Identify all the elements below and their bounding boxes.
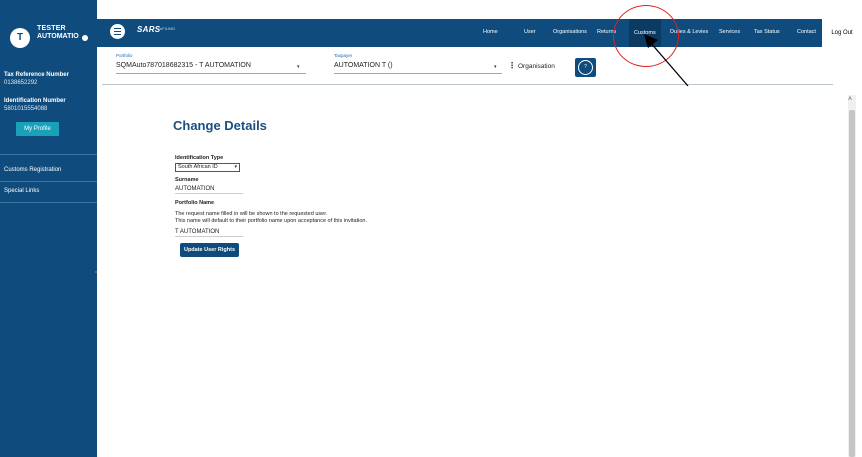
taxpayer-label: Taxpayer bbox=[334, 53, 353, 58]
portfolio-name-field[interactable]: T AUTOMATION bbox=[175, 228, 243, 237]
id-number-value: 5801015554088 bbox=[4, 106, 48, 112]
tax-ref-label: Tax Reference Number bbox=[4, 72, 69, 78]
nav-home[interactable]: Home bbox=[483, 29, 498, 35]
surname-label: Surname bbox=[175, 177, 199, 183]
nav-organisations[interactable]: Organisations bbox=[553, 29, 587, 35]
top-nav-bar: SARS eFILING Home User Organisations Ret… bbox=[97, 19, 822, 47]
header-divider bbox=[102, 84, 833, 85]
id-type-select[interactable]: South African ID ▾ bbox=[175, 163, 240, 172]
sars-logo: SARS bbox=[137, 25, 161, 34]
nav-tax-status[interactable]: Tax Status bbox=[754, 29, 780, 35]
id-type-label: Identification Type bbox=[175, 155, 224, 161]
annotation-arrow-icon bbox=[644, 34, 689, 87]
sidebar: T TESTER AUTOMATIO Tax Reference Number … bbox=[0, 0, 97, 457]
page-title: Change Details bbox=[173, 118, 267, 133]
my-profile-button[interactable]: My Profile bbox=[16, 122, 59, 136]
kebab-icon[interactable]: ⋮ bbox=[508, 61, 516, 70]
user-last-name: AUTOMATIO bbox=[37, 33, 79, 40]
chevron-down-icon[interactable]: ▾ bbox=[297, 64, 300, 70]
nav-user[interactable]: User bbox=[524, 29, 536, 35]
organisation-label[interactable]: Organisation bbox=[518, 63, 555, 70]
avatar[interactable]: T bbox=[10, 28, 30, 48]
nav-services[interactable]: Services bbox=[719, 29, 740, 35]
id-type-value: South African ID bbox=[178, 164, 218, 170]
update-user-rights-button[interactable]: Update User Rights bbox=[180, 243, 239, 257]
page-marker bbox=[95, 271, 97, 273]
hamburger-icon[interactable] bbox=[110, 24, 125, 39]
taxpayer-select[interactable]: AUTOMATION T () bbox=[334, 62, 393, 69]
chevron-down-icon[interactable]: ▾ bbox=[494, 64, 497, 70]
sidebar-item-customs-registration[interactable]: Customs Registration bbox=[4, 167, 61, 173]
help-desk-icon[interactable]: ? bbox=[575, 58, 596, 77]
efiling-logo: eFILING bbox=[160, 26, 176, 31]
portfolio-select[interactable]: SQMAuto787018682315 - T AUTOMATION bbox=[116, 62, 251, 69]
scroll-up-icon[interactable]: ˄ bbox=[848, 96, 852, 103]
taxpayer-underline bbox=[334, 73, 502, 74]
tax-ref-value: 0138652292 bbox=[4, 80, 38, 86]
surname-field[interactable]: AUTOMATION bbox=[175, 185, 243, 194]
portfolio-name-note-1: The request name filled in will be shown… bbox=[175, 211, 328, 217]
id-number-label: Identification Number bbox=[4, 98, 66, 104]
sidebar-divider bbox=[0, 202, 97, 203]
app-root: T TESTER AUTOMATIO Tax Reference Number … bbox=[0, 0, 862, 457]
portfolio-name-label: Portfolio Name bbox=[175, 200, 215, 206]
chevron-down-icon: ▾ bbox=[234, 164, 237, 170]
status-dot-icon bbox=[82, 35, 88, 41]
sidebar-divider bbox=[0, 154, 97, 155]
portfolio-label: Portfolio bbox=[116, 53, 133, 58]
user-block: T TESTER AUTOMATIO bbox=[0, 19, 97, 59]
sidebar-item-special-links[interactable]: Special Links bbox=[4, 188, 39, 194]
portfolio-underline bbox=[116, 73, 306, 74]
logout-button[interactable]: Log Out bbox=[822, 19, 862, 47]
user-first-name: TESTER bbox=[37, 25, 66, 32]
sidebar-divider bbox=[0, 181, 97, 182]
nav-contact[interactable]: Contact bbox=[797, 29, 816, 35]
scrollbar-thumb[interactable] bbox=[849, 110, 855, 457]
portfolio-name-note-2: This name will default to their portfoli… bbox=[175, 218, 367, 224]
